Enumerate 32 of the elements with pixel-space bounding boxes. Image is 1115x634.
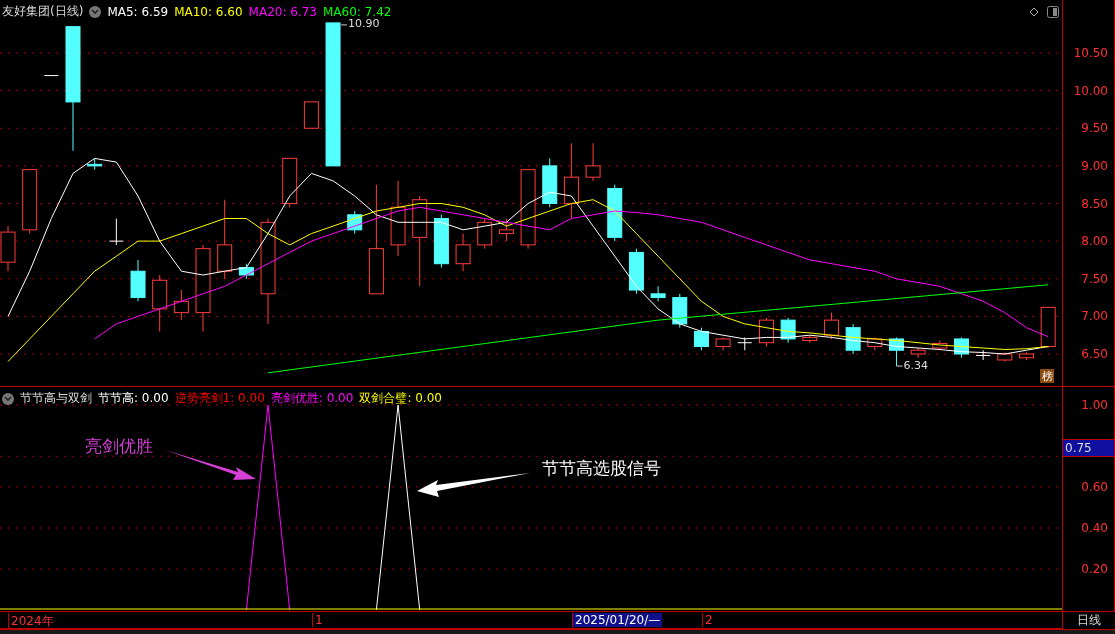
- moving-average-value: MA10: 6.60: [174, 4, 243, 19]
- price-axis-label: 7.00: [1081, 309, 1108, 324]
- cursor-value-label: 0.75: [1063, 439, 1114, 457]
- high-price-label: 10.90: [348, 16, 380, 30]
- price-axis-label: 10.50: [1073, 46, 1108, 60]
- price-axis-label: 8.50: [1081, 196, 1108, 211]
- indicator-value: 节节高: 0.00: [98, 390, 169, 407]
- price-axis-label: 10.00: [1073, 83, 1108, 98]
- indicator-axis-label: 0.20: [1081, 562, 1108, 576]
- date-axis-label: 2: [702, 613, 715, 627]
- price-axis-label: 6.50: [1081, 347, 1108, 361]
- indicator-value: 双剑合璧: 0.00: [359, 390, 442, 407]
- moving-average-value: MA20: 6.73: [248, 4, 317, 19]
- indicator-title: 节节高与双剑: [20, 390, 92, 407]
- indicator-value: 亮剑优胜: 0.00: [270, 390, 354, 407]
- price-axis-label: 8.00: [1081, 234, 1108, 249]
- annotation-text: 亮剑优胜: [85, 435, 153, 458]
- ranking-badge[interactable]: 榜: [1040, 369, 1054, 383]
- price-axis-label: 9.50: [1081, 121, 1108, 136]
- date-axis-label: 2025/01/20/—: [572, 613, 663, 627]
- price-axis-label: 9.00: [1081, 158, 1108, 173]
- indicator-value: 逆势亮剑1: 0.00: [174, 390, 265, 407]
- indicator-axis-label: 0.40: [1081, 521, 1108, 535]
- chart-title: 友好集团(日线): [2, 3, 84, 20]
- price-axis-label: 7.50: [1081, 271, 1108, 286]
- date-axis-label: 1: [312, 613, 325, 627]
- moving-average-value: MA5: 6.59: [107, 4, 169, 19]
- indicator-axis-label: 1.00: [1081, 398, 1108, 412]
- moving-average-value: MA60: 7.42: [323, 4, 392, 19]
- low-price-label: 6.34: [903, 359, 928, 373]
- indicator-axis-label: 0.60: [1081, 480, 1108, 494]
- annotation-text: 节节高选股信号: [542, 457, 661, 480]
